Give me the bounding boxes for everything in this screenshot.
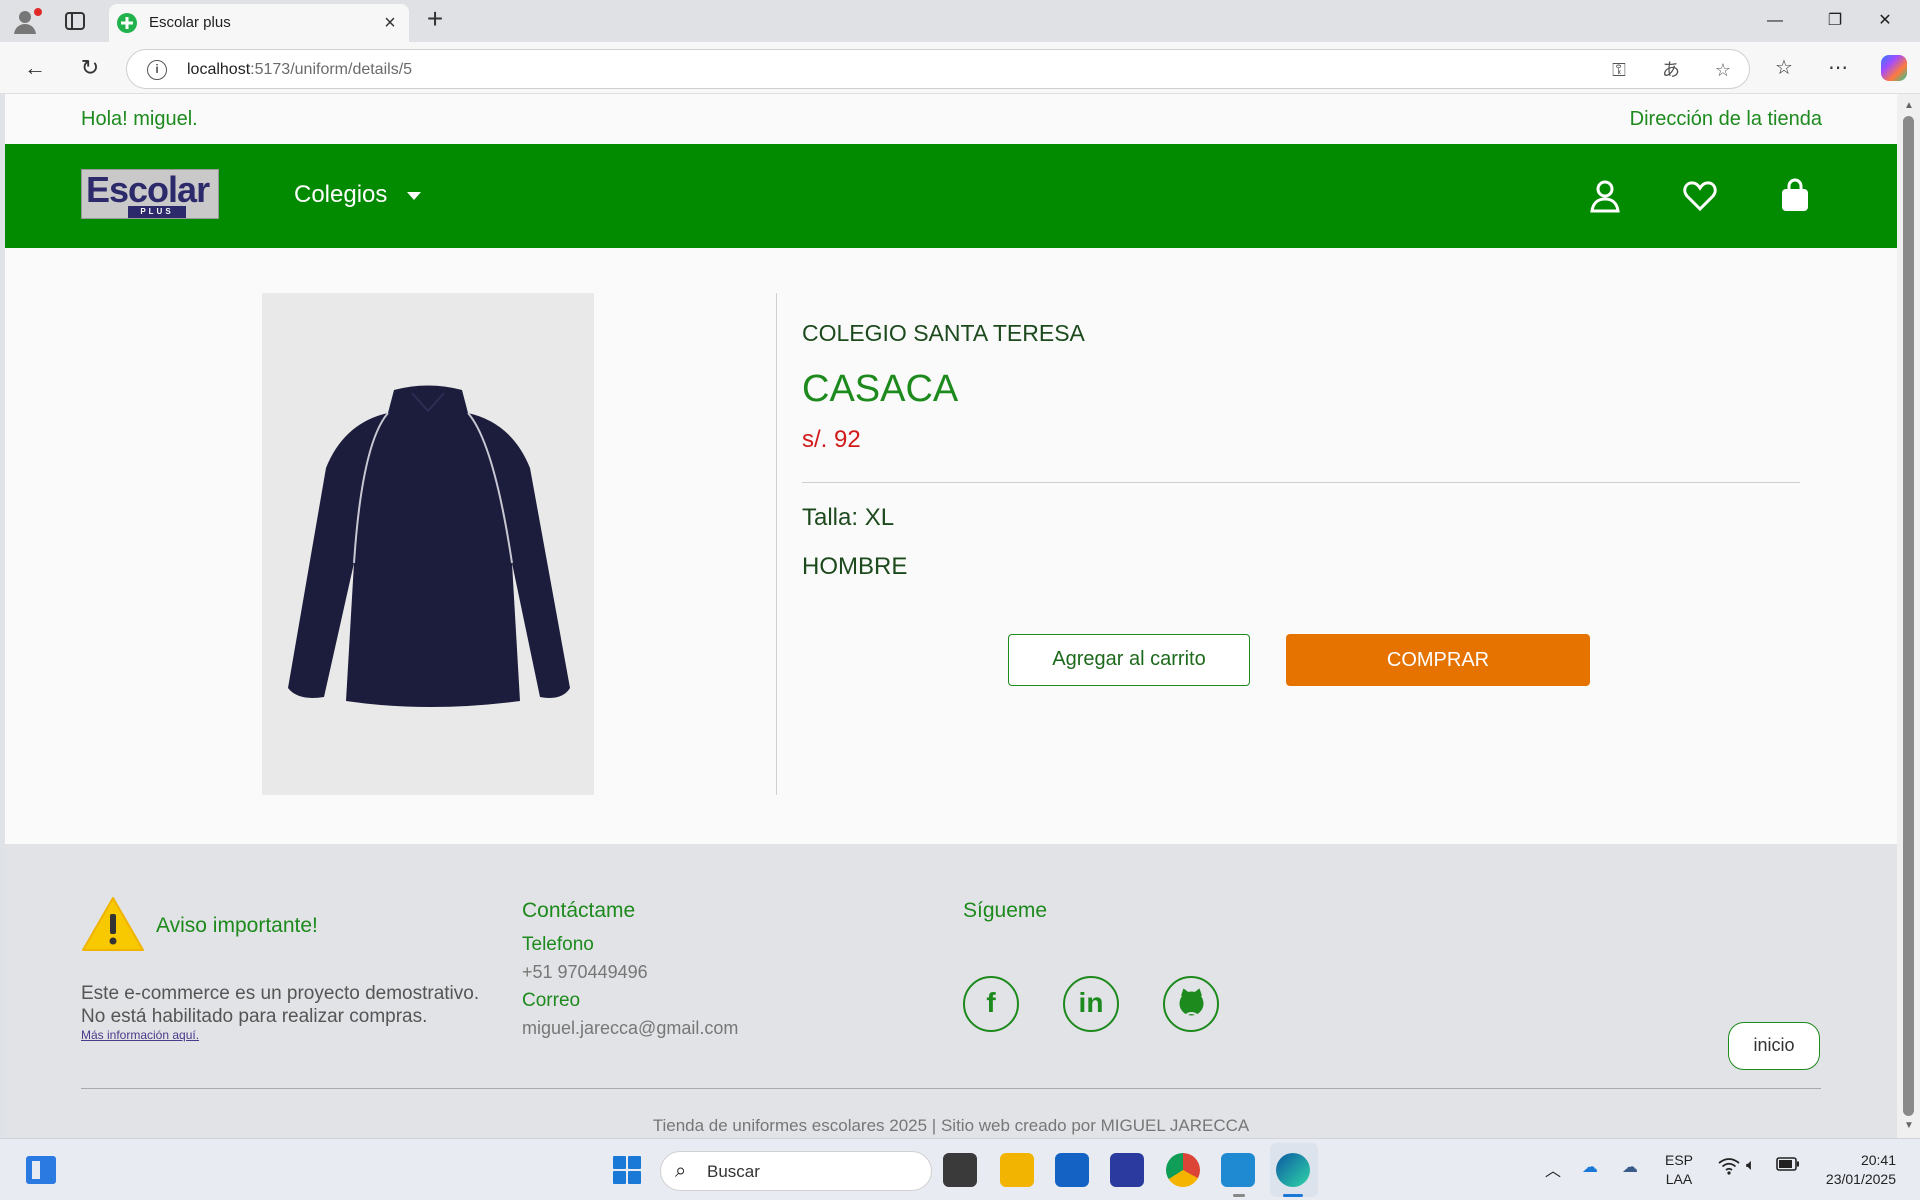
home-button[interactable]: inicio bbox=[1728, 1022, 1820, 1070]
taskbar-search-placeholder: Buscar bbox=[707, 1162, 760, 1181]
lang-line-1: ESP bbox=[1665, 1152, 1694, 1168]
product-details-section: COLEGIO SANTA TERESA CASACA s/. 92 Talla… bbox=[5, 248, 1897, 844]
onedrive-business-icon[interactable]: ☁ bbox=[1622, 1157, 1638, 1177]
store-address-link[interactable]: Dirección de la tienda bbox=[1630, 108, 1822, 131]
file-explorer-icon[interactable] bbox=[1000, 1153, 1034, 1187]
logo-subtext: PLUS bbox=[128, 206, 186, 218]
widgets-icon[interactable] bbox=[26, 1156, 56, 1184]
horizontal-divider bbox=[802, 482, 1800, 483]
task-view-icon[interactable] bbox=[943, 1153, 977, 1187]
shopping-bag-icon[interactable] bbox=[1775, 176, 1815, 216]
battery-icon[interactable] bbox=[1776, 1157, 1800, 1176]
url-path: :5173/uniform/details/5 bbox=[250, 61, 413, 78]
system-clock[interactable]: 20:41 23/01/2025 bbox=[1808, 1151, 1896, 1189]
notice-text: Este e-commerce es un proyecto demostrat… bbox=[81, 982, 501, 1028]
user-account-icon[interactable] bbox=[1585, 176, 1625, 216]
product-name: CASACA bbox=[802, 368, 959, 410]
scrollbar-thumb[interactable] bbox=[1903, 116, 1914, 1116]
vertical-divider bbox=[776, 293, 777, 795]
app-m-icon[interactable] bbox=[1110, 1153, 1144, 1187]
footer-divider bbox=[81, 1088, 1821, 1089]
contact-title: Contáctame bbox=[522, 899, 636, 922]
buy-button[interactable]: COMPRAR bbox=[1286, 634, 1590, 686]
greeting-text: Hola! miguel. bbox=[81, 108, 198, 130]
page-scrollbar[interactable]: ▲ ▼ bbox=[1897, 94, 1920, 1138]
url-text[interactable]: localhost:5173/uniform/details/5 bbox=[187, 61, 412, 79]
copilot-icon[interactable] bbox=[1878, 52, 1910, 84]
edge-icon[interactable] bbox=[1276, 1153, 1310, 1187]
sidebar-toggle-icon[interactable] bbox=[62, 8, 88, 34]
add-to-cart-button[interactable]: Agregar al carrito bbox=[1008, 634, 1250, 686]
tray-chevron-up-icon[interactable]: ︿ bbox=[1545, 1157, 1561, 1181]
window-minimize-icon[interactable]: — bbox=[1752, 6, 1798, 36]
product-school: COLEGIO SANTA TERESA bbox=[802, 320, 1085, 346]
site-footer: Aviso importante! Este e-commerce es un … bbox=[5, 844, 1897, 1138]
lang-line-2: LAA bbox=[1665, 1171, 1693, 1187]
linkedin-icon[interactable]: in bbox=[1063, 976, 1119, 1032]
key-icon[interactable]: ⚿ bbox=[1607, 58, 1631, 82]
browser-tab-bar: Escolar plus × + — ❐ ✕ bbox=[0, 0, 1920, 42]
back-arrow-icon[interactable]: ← bbox=[19, 52, 51, 84]
more-info-link[interactable]: Más información aquí. bbox=[81, 1028, 199, 1042]
new-tab-icon[interactable]: + bbox=[421, 5, 449, 34]
active-indicator bbox=[1283, 1194, 1303, 1197]
wifi-icon[interactable] bbox=[1718, 1157, 1740, 1180]
clock-time: 20:41 bbox=[1860, 1152, 1896, 1168]
warning-icon bbox=[81, 896, 145, 952]
window-restore-icon[interactable]: ❐ bbox=[1812, 6, 1858, 36]
phone-label: Telefono bbox=[522, 934, 594, 955]
notice-line-1: Este e-commerce es un proyecto demostrat… bbox=[81, 983, 480, 1004]
logo-text: Escolar bbox=[86, 169, 210, 210]
phone-value: +51 970449496 bbox=[522, 962, 648, 982]
tab-favicon-icon bbox=[117, 13, 137, 33]
copyright-text: Tienda de uniformes escolares 2025 | Sit… bbox=[652, 1116, 1250, 1135]
notice-line-2: No está habilitado para realizar compras… bbox=[81, 1006, 428, 1027]
chrome-icon[interactable] bbox=[1166, 1153, 1200, 1187]
taskbar-search[interactable]: ⌕ Buscar bbox=[660, 1151, 932, 1191]
volume-icon[interactable]: 🔈︎ bbox=[1746, 1157, 1756, 1175]
tab-title: Escolar plus bbox=[149, 14, 231, 31]
running-indicator bbox=[1233, 1194, 1245, 1197]
clock-date: 23/01/2025 bbox=[1825, 1171, 1896, 1187]
browser-tab-active[interactable]: Escolar plus × bbox=[109, 4, 409, 42]
scroll-up-icon[interactable]: ▲ bbox=[1903, 100, 1915, 112]
page-viewport: Hola! miguel. Dirección de la tienda Esc… bbox=[5, 94, 1897, 1138]
email-label: Correo bbox=[522, 990, 581, 1011]
translate-icon[interactable]: あ bbox=[1659, 58, 1683, 82]
product-price: s/. 92 bbox=[802, 426, 861, 453]
facebook-icon[interactable]: f bbox=[963, 976, 1019, 1032]
scroll-down-icon[interactable]: ▼ bbox=[1903, 1120, 1915, 1132]
search-icon: ⌕ bbox=[675, 1160, 687, 1182]
profile-icon[interactable] bbox=[12, 6, 44, 36]
window-close-icon[interactable]: ✕ bbox=[1862, 6, 1908, 36]
language-indicator[interactable]: ESP LAA bbox=[1665, 1151, 1693, 1189]
windows-taskbar: ⌕ Buscar ︿ ☁ ☁ ESP LAA 🔈︎ 20:41 23/01/20… bbox=[0, 1138, 1920, 1200]
site-info-icon[interactable]: i bbox=[147, 60, 167, 80]
favorites-list-icon[interactable]: ☆ bbox=[1768, 52, 1800, 84]
favorite-star-icon[interactable]: ☆ bbox=[1711, 58, 1735, 82]
vscode-icon[interactable] bbox=[1221, 1153, 1255, 1187]
wishlist-heart-icon[interactable] bbox=[1680, 176, 1720, 216]
url-host: localhost bbox=[187, 61, 251, 78]
more-menu-icon[interactable]: ⋯ bbox=[1822, 52, 1854, 84]
product-size: Talla: XL bbox=[802, 504, 895, 531]
site-header: Escolar PLUS Colegios bbox=[5, 144, 1897, 248]
github-icon[interactable] bbox=[1163, 976, 1219, 1032]
windows-start-icon[interactable] bbox=[613, 1156, 641, 1184]
onedrive-icon[interactable]: ☁ bbox=[1582, 1157, 1598, 1177]
follow-title: Sígueme bbox=[963, 899, 1048, 922]
reload-icon[interactable]: ↻ bbox=[74, 52, 106, 84]
chevron-down-icon[interactable] bbox=[407, 192, 421, 200]
microsoft-store-icon[interactable] bbox=[1055, 1153, 1089, 1187]
email-value: miguel.jarecca@gmail.com bbox=[522, 1018, 739, 1038]
product-gender: HOMBRE bbox=[802, 553, 908, 580]
colegios-dropdown[interactable]: Colegios bbox=[294, 181, 387, 209]
product-image-jacket bbox=[262, 293, 594, 795]
tab-close-icon[interactable]: × bbox=[379, 12, 401, 34]
top-info-bar: Hola! miguel. Dirección de la tienda bbox=[5, 94, 1897, 144]
browser-toolbar: ← ↻ i localhost:5173/uniform/details/5 ⚿… bbox=[0, 42, 1920, 94]
address-bar[interactable]: i localhost:5173/uniform/details/5 ⚿ あ ☆ bbox=[126, 49, 1750, 89]
notice-title: Aviso importante! bbox=[156, 914, 318, 937]
escolar-plus-logo[interactable]: Escolar PLUS bbox=[81, 169, 219, 219]
